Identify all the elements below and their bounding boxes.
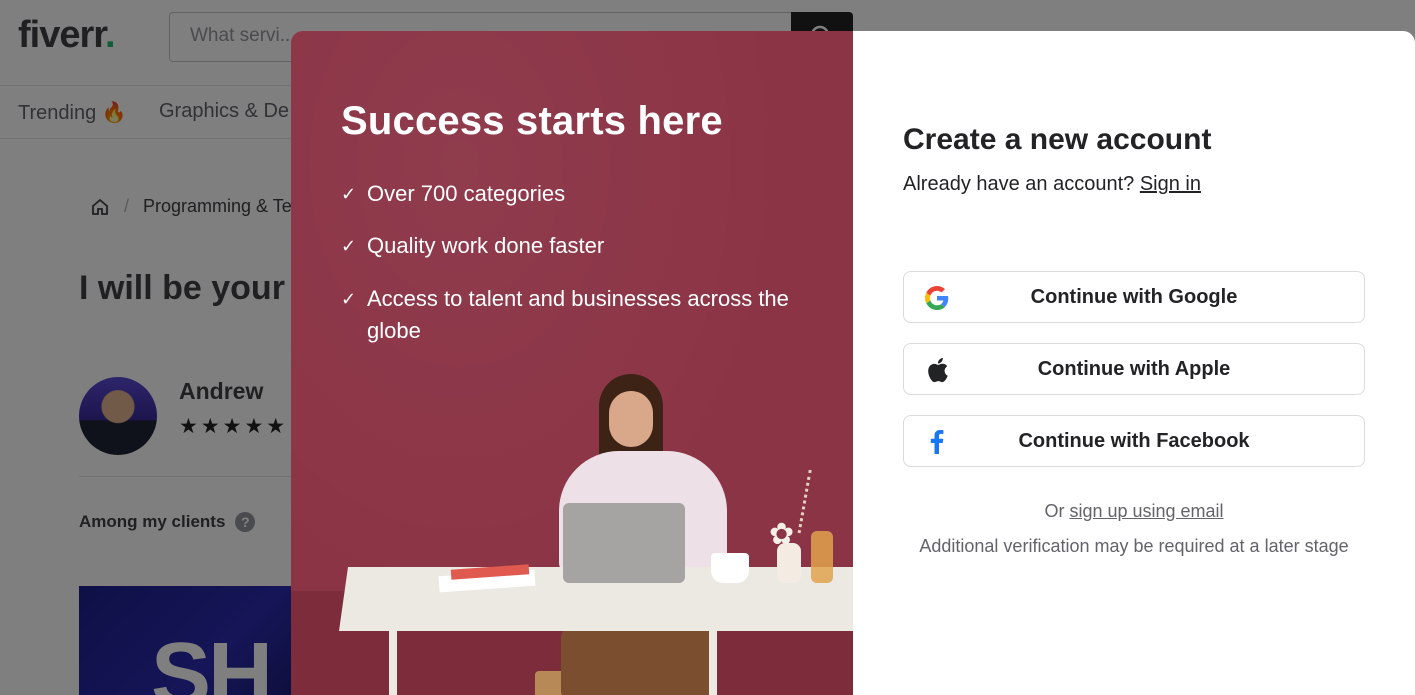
apple-icon [924, 357, 950, 383]
form-title: Create a new account [903, 123, 1212, 156]
flower-icon: ✿ [769, 518, 795, 551]
illustration-sprig [797, 469, 829, 537]
continue-with-google-button[interactable]: Continue with Google [903, 271, 1365, 323]
facebook-button-label: Continue with Facebook [1018, 429, 1250, 452]
hero-title: Success starts here [341, 99, 723, 143]
email-signup-line: Or sign up using email [853, 501, 1415, 522]
verification-note: Additional verification may be required … [919, 536, 1349, 556]
feature-item: ✓ Access to talent and businesses across… [341, 283, 807, 347]
modal-hero-panel: Success starts here ✓ Over 700 categorie… [291, 31, 853, 695]
illustration-vase [811, 531, 833, 583]
email-signup-link[interactable]: sign up using email [1069, 501, 1223, 521]
illustration-person-legs [561, 629, 711, 695]
feature-text: Access to talent and businesses across t… [367, 286, 789, 343]
continue-with-apple-button[interactable]: Continue with Apple [903, 343, 1365, 395]
illustration-laptop [563, 503, 685, 583]
continue-with-facebook-button[interactable]: Continue with Facebook [903, 415, 1365, 467]
check-icon: ✓ [341, 236, 357, 256]
feature-item: ✓ Over 700 categories [341, 178, 807, 210]
or-text: Or [1044, 501, 1065, 521]
signup-form-panel: Create a new account Already have an acc… [853, 31, 1415, 695]
illustration-mug [711, 553, 749, 583]
illustration-person-face [609, 391, 653, 447]
google-button-label: Continue with Google [1030, 285, 1238, 308]
check-icon: ✓ [341, 184, 357, 204]
signin-link[interactable]: Sign in [1140, 173, 1201, 195]
apple-button-label: Continue with Apple [1037, 357, 1231, 380]
signup-modal: Success starts here ✓ Over 700 categorie… [291, 31, 1415, 695]
illustration-desk-leg [709, 629, 717, 695]
feature-text: Over 700 categories [367, 181, 566, 206]
signin-prompt-text: Already have an account? [903, 173, 1135, 195]
signin-prompt: Already have an account? Sign in [903, 173, 1201, 196]
facebook-icon [924, 429, 950, 455]
google-icon [924, 285, 950, 311]
feature-text: Quality work done faster [367, 233, 605, 258]
check-icon: ✓ [341, 289, 357, 309]
illustration-desk-leg [389, 629, 397, 695]
feature-item: ✓ Quality work done faster [341, 230, 807, 262]
